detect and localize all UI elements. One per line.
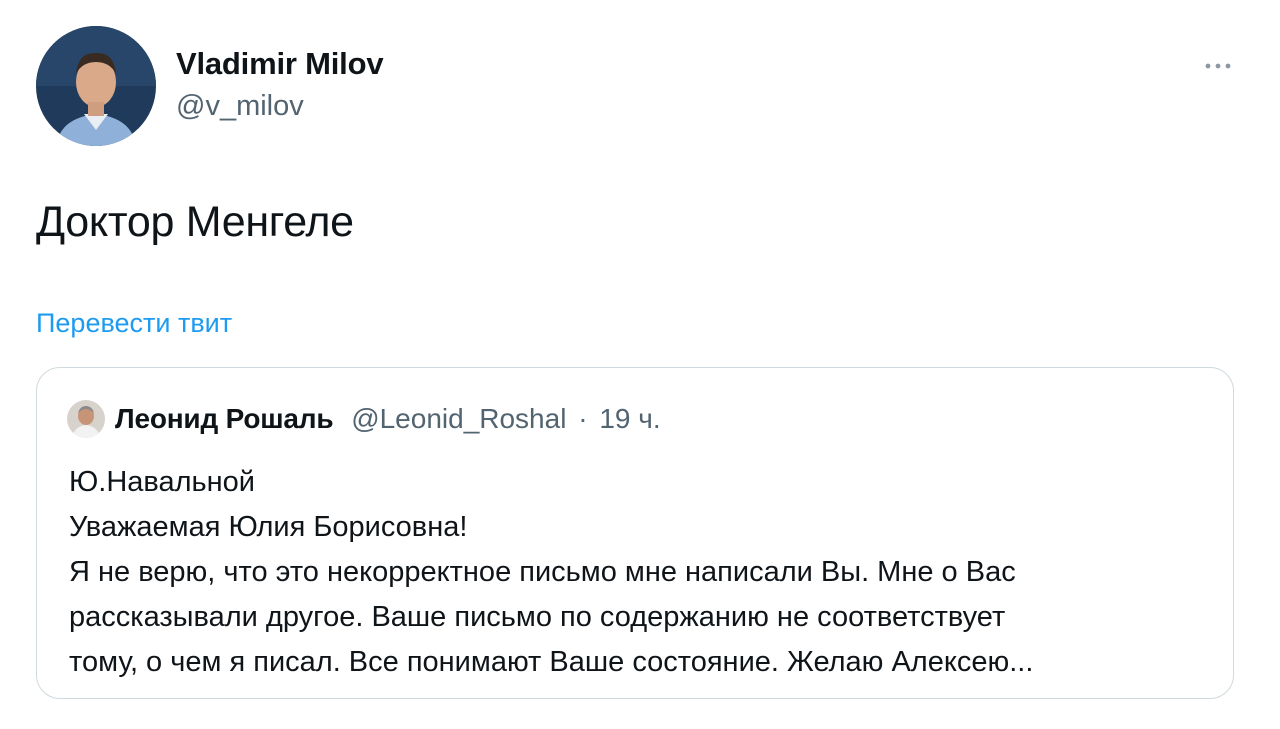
quoted-separator: · xyxy=(578,403,588,434)
quoted-text-line: рассказывали другое. Ваше письмо по соде… xyxy=(69,601,1006,633)
tweet: Vladimir Milov @v_milov Доктор Менгеле П… xyxy=(0,0,1280,729)
quoted-text-line: Ю.Навальной xyxy=(69,466,256,498)
more-dots-icon[interactable] xyxy=(1200,52,1236,80)
quoted-text-line: Уважаемая Юлия Борисовна! xyxy=(69,511,468,543)
translate-tweet-link[interactable]: Перевести твит xyxy=(36,308,232,339)
quoted-tweet[interactable]: Леонид Рошаль @Leonid_Roshal · 19 ч. Ю.Н… xyxy=(36,367,1234,699)
quoted-text-line: Я не верю, что это некорректное письмо м… xyxy=(69,556,1016,588)
quoted-text-line: тому, о чем я писал. Все понимают Ваше с… xyxy=(69,646,1034,678)
author-avatar[interactable] xyxy=(36,26,156,146)
quoted-header: Леонид Рошаль @Leonid_Roshal · 19 ч. xyxy=(115,402,661,436)
quoted-author-name: Леонид Рошаль xyxy=(115,403,334,434)
author-handle[interactable]: @v_milov xyxy=(176,90,304,123)
quoted-author-avatar xyxy=(67,400,105,438)
author-name[interactable]: Vladimir Milov xyxy=(176,46,384,82)
quoted-tweet-text: Ю.Навальной Уважаемая Юлия Борисовна! Я … xyxy=(69,460,1209,685)
quoted-timestamp: 19 ч. xyxy=(599,403,661,434)
quoted-author-handle: @Leonid_Roshal xyxy=(351,403,567,434)
tweet-text: Доктор Менгеле xyxy=(36,198,354,246)
